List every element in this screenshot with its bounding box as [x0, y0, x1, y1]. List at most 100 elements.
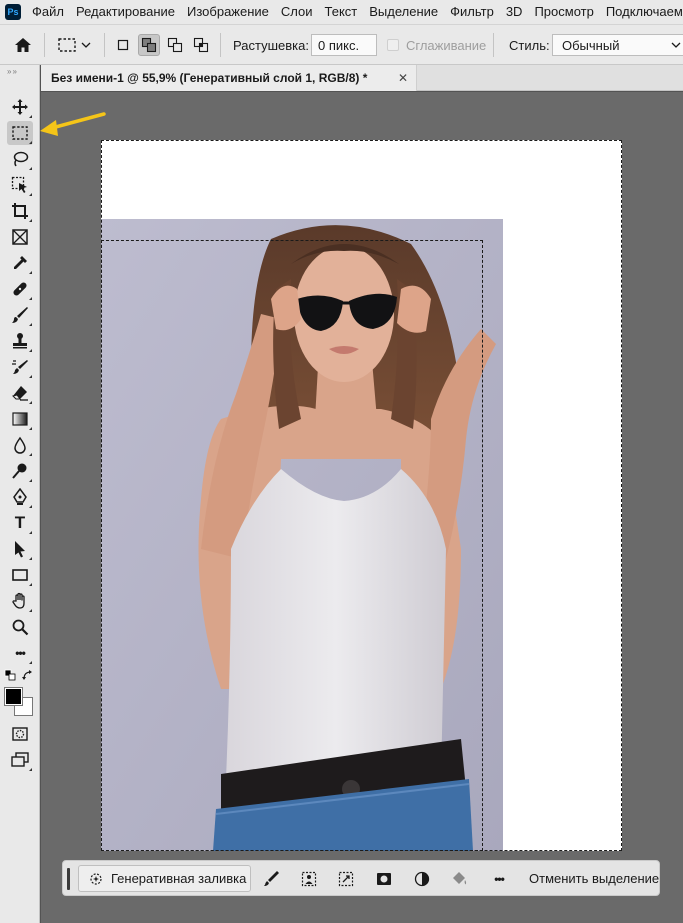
document-tab-title: Без имени-1 @ 55,9% (Генеративный слой 1… [51, 71, 368, 85]
photo-layer [101, 219, 503, 851]
clone-stamp-tool[interactable] [7, 329, 33, 353]
menu-plugins[interactable]: Подключаемые моду [600, 0, 683, 24]
marquee-preset-icon [58, 38, 76, 52]
tool-preset-picker[interactable] [57, 25, 91, 64]
frame-tool[interactable] [7, 225, 33, 249]
contextual-task-bar: Генеративная заливка ••• Отменить выделе… [62, 860, 660, 896]
new-selection-button[interactable] [112, 34, 134, 56]
transform-selection-icon [338, 871, 354, 887]
blur-tool[interactable] [7, 433, 33, 457]
close-icon[interactable]: ✕ [398, 71, 408, 85]
menu-filter[interactable]: Фильтр [444, 0, 500, 24]
screen-mode-icon [11, 752, 29, 767]
tools-panel: »» T ••• [0, 65, 40, 923]
path-selection-tool[interactable] [7, 537, 33, 561]
menu-image[interactable]: Изображение [181, 0, 275, 24]
create-mask-button[interactable] [372, 867, 396, 891]
style-select[interactable]: Обычный [552, 34, 683, 56]
brush-tool[interactable] [7, 303, 33, 327]
style-label: Стиль: [509, 37, 550, 53]
menu-3d[interactable]: 3D [500, 0, 529, 24]
document-tab[interactable]: Без имени-1 @ 55,9% (Генеративный слой 1… [41, 65, 417, 91]
menu-view[interactable]: Просмотр [528, 0, 599, 24]
select-subject-button[interactable] [297, 867, 321, 891]
subtract-from-selection-icon [167, 37, 183, 53]
chevron-down-icon [671, 42, 681, 48]
eraser-tool[interactable] [7, 381, 33, 405]
more-icon: ••• [15, 646, 26, 660]
style-select-value: Обычный [562, 37, 620, 53]
rectangular-marquee-tool[interactable] [7, 121, 33, 145]
foreground-color-swatch[interactable] [4, 687, 23, 706]
type-tool[interactable]: T [7, 511, 33, 535]
rectangular-marquee-icon [12, 126, 28, 140]
canvas-workspace[interactable] [41, 92, 683, 923]
eyedropper-icon [14, 256, 27, 269]
menu-file[interactable]: Файл [26, 0, 70, 24]
modify-selection-button[interactable] [259, 867, 283, 891]
zoom-icon [12, 619, 29, 636]
lasso-tool[interactable] [7, 147, 33, 171]
pen-tool[interactable] [7, 485, 33, 509]
droplet-icon [14, 436, 26, 454]
generative-fill-button[interactable]: Генеративная заливка [78, 865, 251, 892]
history-brush-icon [12, 360, 28, 374]
home-button[interactable] [14, 25, 32, 64]
stamp-icon [13, 333, 27, 349]
menu-select[interactable]: Выделение [363, 0, 444, 24]
adjustment-icon [414, 871, 430, 887]
feather-label: Растушевка: [233, 37, 309, 53]
brush-edit-icon [264, 871, 279, 886]
transform-selection-button[interactable] [334, 867, 358, 891]
swap-colors-icon[interactable] [22, 669, 34, 681]
pen-icon [13, 488, 27, 505]
brush-icon [12, 307, 28, 323]
menu-edit[interactable]: Редактирование [70, 0, 181, 24]
history-brush-tool[interactable] [7, 355, 33, 379]
intersect-selection-button[interactable] [190, 34, 212, 56]
lasso-icon [13, 151, 29, 167]
gradient-icon [12, 412, 28, 426]
hand-tool[interactable] [7, 589, 33, 613]
hand-icon [12, 592, 25, 609]
panel-grip-icon[interactable]: »» [7, 67, 18, 76]
default-colors-icon[interactable] [4, 669, 16, 681]
select-subject-icon [301, 871, 317, 887]
spot-healing-brush-tool[interactable] [7, 277, 33, 301]
menu-type[interactable]: Текст [319, 0, 364, 24]
quick-mask-button[interactable] [7, 722, 33, 746]
object-selection-icon [11, 176, 27, 193]
rectangle-tool[interactable] [7, 563, 33, 587]
deselect-button[interactable]: Отменить выделение [529, 861, 659, 895]
dodge-tool[interactable] [7, 459, 33, 483]
eyedropper-tool[interactable] [7, 251, 33, 275]
menu-layer[interactable]: Слои [275, 0, 319, 24]
home-icon [15, 38, 31, 52]
subtract-from-selection-button[interactable] [164, 34, 186, 56]
antialias-checkbox[interactable] [387, 39, 399, 51]
gradient-tool[interactable] [7, 407, 33, 431]
move-tool[interactable] [7, 95, 33, 119]
chevron-down-icon [81, 42, 91, 48]
screen-mode-button[interactable] [7, 748, 33, 772]
more-options-button[interactable]: ••• [487, 867, 511, 891]
bandage-icon [13, 282, 27, 296]
feather-input[interactable] [311, 34, 377, 56]
move-icon [12, 99, 28, 115]
object-selection-tool[interactable] [7, 173, 33, 197]
woman-portrait-image [101, 219, 503, 851]
task-bar-grip[interactable] [67, 868, 70, 890]
antialias-label: Сглаживание [406, 37, 487, 53]
path-selection-icon [15, 541, 25, 558]
menu-bar: Ps Файл Редактирование Изображение Слои … [0, 0, 683, 24]
add-to-selection-button[interactable] [138, 34, 160, 56]
type-icon: T [14, 513, 26, 532]
zoom-tool[interactable] [7, 615, 33, 639]
adjustment-layer-button[interactable] [410, 867, 434, 891]
edit-toolbar-more[interactable]: ••• [7, 641, 33, 665]
generative-fill-label: Генеративная заливка [111, 871, 247, 886]
fill-selection-button[interactable] [447, 867, 471, 891]
crop-tool[interactable] [7, 199, 33, 223]
mask-icon [377, 873, 391, 885]
more-icon: ••• [494, 872, 505, 886]
